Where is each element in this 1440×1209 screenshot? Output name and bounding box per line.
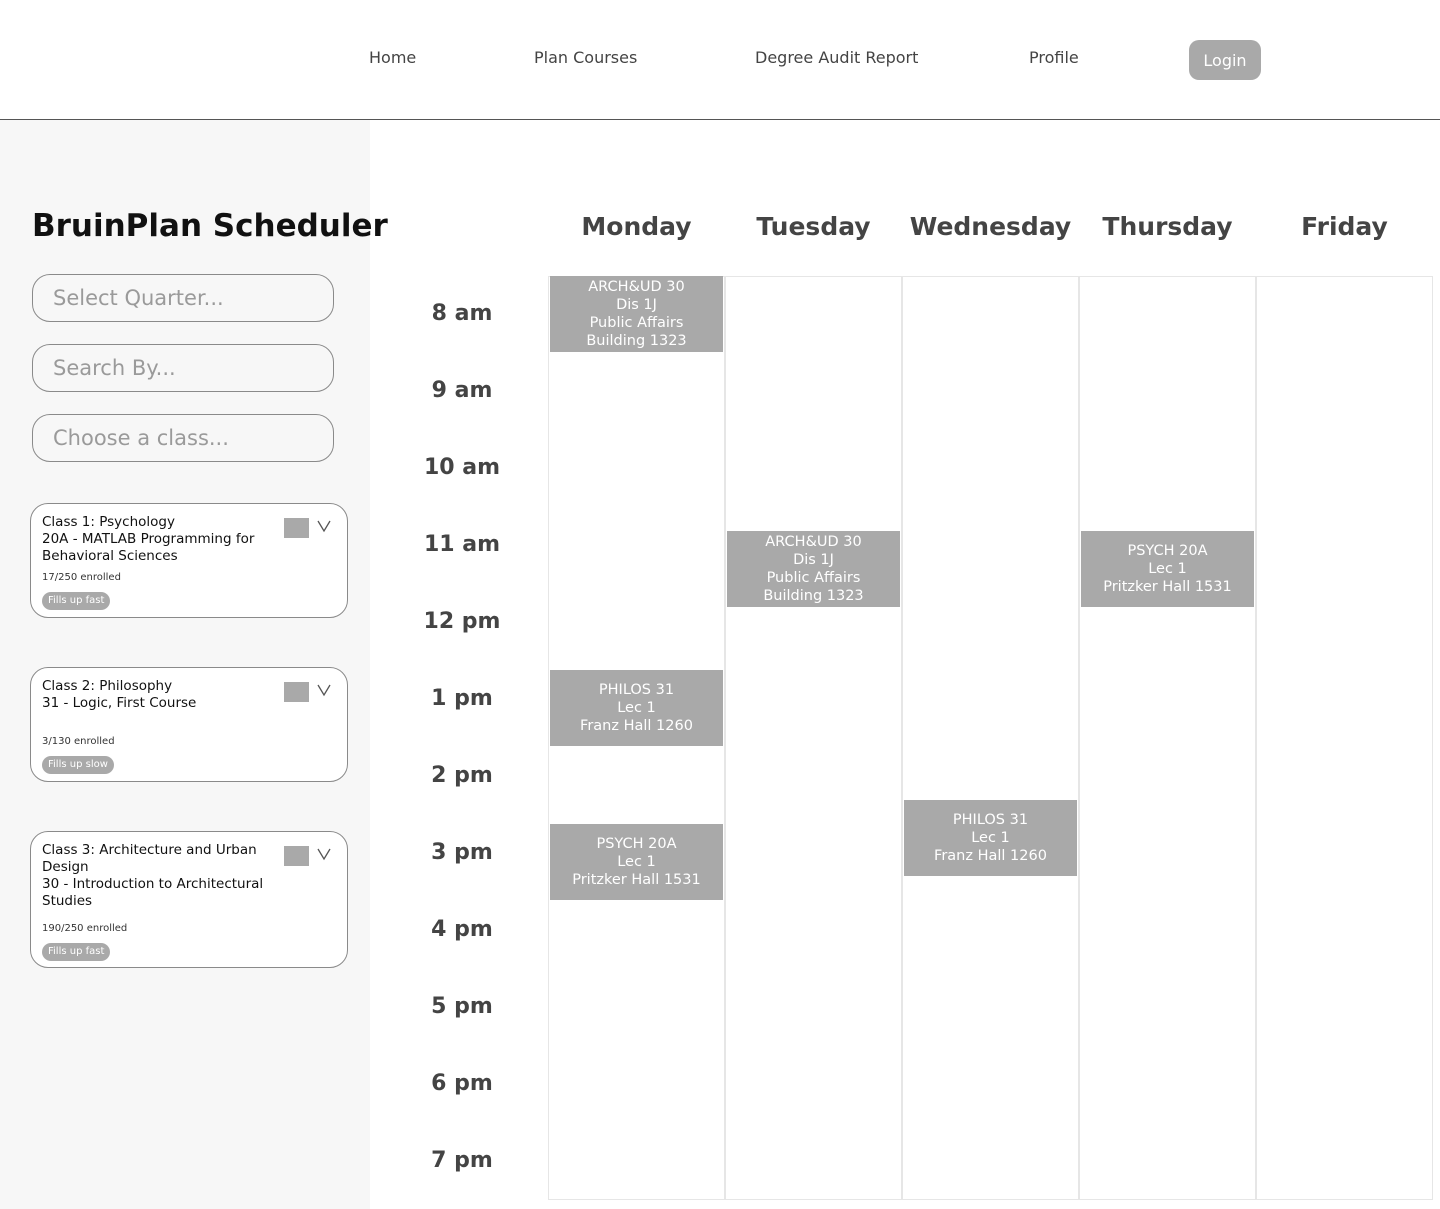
class-title: Class 3: Architecture and Urban Design 3…: [42, 842, 264, 909]
event-text-line: ARCH&UD 30: [588, 279, 685, 295]
event-text-line: PHILOS 31: [952, 812, 1029, 828]
class-event-block[interactable]: ARCH&UD 30 Dis 1J Public Affairs Building 1…: [727, 531, 900, 607]
sidebar: BruinPlan Scheduler Class 1: Psychology …: [0, 120, 388, 1209]
event-text-line: Lec 1: [971, 830, 1010, 846]
event-text-line: Lec 1: [617, 700, 656, 716]
nav-plan-courses-link[interactable]: Plan Courses: [534, 48, 637, 67]
enrollment-count: 190/250 enrolled: [42, 923, 128, 934]
time-label: 9 am: [431, 378, 493, 403]
event-text-line: Lec 1: [1148, 561, 1187, 577]
event-text-line: Public Affairs: [589, 315, 684, 331]
class-card-2[interactable]: Class 2: Philosophy 31 - Logic, First Co…: [30, 667, 348, 782]
nav-profile-link[interactable]: Profile: [1029, 48, 1079, 67]
event-text-line: PHILOS 31: [598, 682, 675, 698]
event-text-line: Dis 1J: [616, 297, 657, 313]
event-text-line: ARCH&UD 30: [765, 534, 862, 550]
class-event-block[interactable]: PSYCH 20A Lec 1 Pritzker Hall 1531: [550, 824, 723, 900]
app-title: BruinPlan Scheduler: [32, 208, 388, 244]
day-header-wednesday: Wednesday: [909, 212, 1072, 241]
status-badge: Fills up fast: [42, 592, 111, 610]
time-label: 6 pm: [431, 1071, 493, 1096]
class-title: Class 2: Philosophy 31 - Logic, First Co…: [42, 678, 197, 711]
chevron-down-icon[interactable]: [315, 678, 333, 700]
time-label: 1 pm: [431, 686, 493, 711]
event-text-line: Franz Hall 1260: [934, 848, 1047, 864]
enrollment-count: 3/130 enrolled: [42, 736, 115, 747]
nav-home-link[interactable]: Home: [369, 48, 416, 67]
class-card-1[interactable]: Class 1: Psychology 20A - MATLAB Program…: [30, 503, 348, 618]
choose-class-input[interactable]: [32, 414, 334, 462]
class-title: Class 1: Psychology 20A - MATLAB Program…: [42, 514, 255, 564]
class-color-swatch[interactable]: [284, 518, 309, 538]
day-column-tuesday[interactable]: [725, 276, 902, 1200]
event-text-line: Pritzker Hall 1531: [1103, 579, 1232, 595]
time-label: 5 pm: [431, 994, 493, 1019]
class-event-block[interactable]: ARCH&UD 30 Dis 1J Public Affairs Building 1…: [550, 276, 723, 352]
day-header-tuesday: Tuesday: [756, 212, 871, 241]
login-button[interactable]: Login: [1189, 40, 1261, 80]
day-header-thursday: Thursday: [1102, 212, 1233, 241]
event-text-line: Building 1323: [763, 588, 864, 604]
time-label: 3 pm: [431, 840, 493, 865]
class-color-swatch[interactable]: [284, 846, 309, 866]
event-text-line: Building 1323: [586, 333, 687, 349]
day-column-thursday[interactable]: [1079, 276, 1256, 1200]
chevron-down-icon[interactable]: [315, 842, 333, 864]
time-label: 8 am: [431, 301, 493, 326]
event-text-line: Public Affairs: [766, 570, 861, 586]
class-card-3[interactable]: Class 3: Architecture and Urban Design 3…: [30, 831, 348, 968]
status-badge: Fills up slow: [42, 756, 114, 774]
event-text-line: PSYCH 20A: [596, 836, 677, 852]
class-color-swatch[interactable]: [284, 682, 309, 702]
class-event-block[interactable]: PHILOS 31 Lec 1 Franz Hall 1260: [904, 800, 1077, 876]
search-by-input[interactable]: [32, 344, 334, 392]
day-column-friday[interactable]: [1256, 276, 1433, 1200]
schedule-grid: ARCH&UD 30 Dis 1J Public Affairs Building 1…: [548, 276, 1433, 1200]
event-text-line: Dis 1J: [793, 552, 834, 568]
event-text-line: Franz Hall 1260: [580, 718, 693, 734]
time-label: 7 pm: [431, 1148, 493, 1173]
top-nav: Home Plan Courses Degree Audit Report Pr…: [0, 0, 1440, 120]
class-event-block[interactable]: PHILOS 31 Lec 1 Franz Hall 1260: [550, 670, 723, 746]
day-header-monday: Monday: [581, 212, 692, 241]
event-text-line: Lec 1: [617, 854, 656, 870]
day-column-wednesday[interactable]: [902, 276, 1079, 1200]
event-text-line: Pritzker Hall 1531: [572, 872, 701, 888]
nav-degree-audit-link[interactable]: Degree Audit Report: [755, 48, 918, 67]
day-header-friday: Friday: [1301, 212, 1388, 241]
select-quarter-input[interactable]: [32, 274, 334, 322]
time-label: 4 pm: [431, 917, 493, 942]
status-badge: Fills up fast: [42, 943, 111, 961]
time-label: 10 am: [423, 455, 501, 480]
time-label: 2 pm: [431, 763, 493, 788]
class-event-block[interactable]: PSYCH 20A Lec 1 Pritzker Hall 1531: [1081, 531, 1254, 607]
time-label: 11 am: [423, 532, 501, 557]
event-text-line: PSYCH 20A: [1127, 543, 1208, 559]
chevron-down-icon[interactable]: [315, 514, 333, 536]
enrollment-count: 17/250 enrolled: [42, 572, 121, 583]
time-label: 12 pm: [423, 609, 501, 634]
